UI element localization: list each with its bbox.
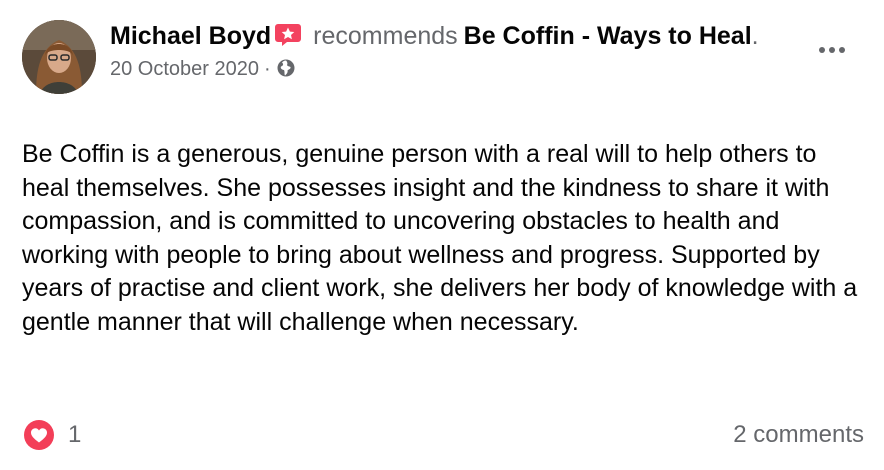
post-header: Michael Boyd recommends Be Coffin - Ways t… (110, 20, 790, 82)
more-options-button[interactable] (810, 36, 854, 64)
more-dot-icon (829, 47, 835, 53)
post-body: Be Coffin is a generous, genuine person … (22, 140, 858, 336)
more-dot-icon (819, 47, 825, 53)
headline-period: . (751, 22, 759, 50)
avatar[interactable] (22, 20, 96, 94)
page-name-link[interactable]: Be Coffin - Ways to Heal (464, 22, 752, 50)
love-reaction-icon (24, 420, 54, 450)
recommendation-post: Michael Boyd recommends Be Coffin - Ways t… (0, 0, 884, 470)
meta-separator: · (264, 58, 271, 80)
reactions-summary[interactable]: 1 (24, 420, 81, 450)
star-badge-icon (275, 22, 302, 46)
author-name[interactable]: Michael Boyd (110, 22, 271, 50)
more-dot-icon (839, 47, 845, 53)
comments-count-link[interactable]: 2 comments (733, 420, 864, 450)
avatar-photo (22, 20, 96, 94)
globe-icon[interactable] (276, 58, 296, 78)
post-meta: 20 October 2020 · (110, 56, 790, 82)
post-date[interactable]: 20 October 2020 (110, 58, 259, 80)
reaction-count: 1 (68, 421, 82, 448)
post-headline: Michael Boyd recommends Be Coffin - Ways t… (110, 20, 790, 53)
recommends-verb: recommends (313, 22, 458, 50)
